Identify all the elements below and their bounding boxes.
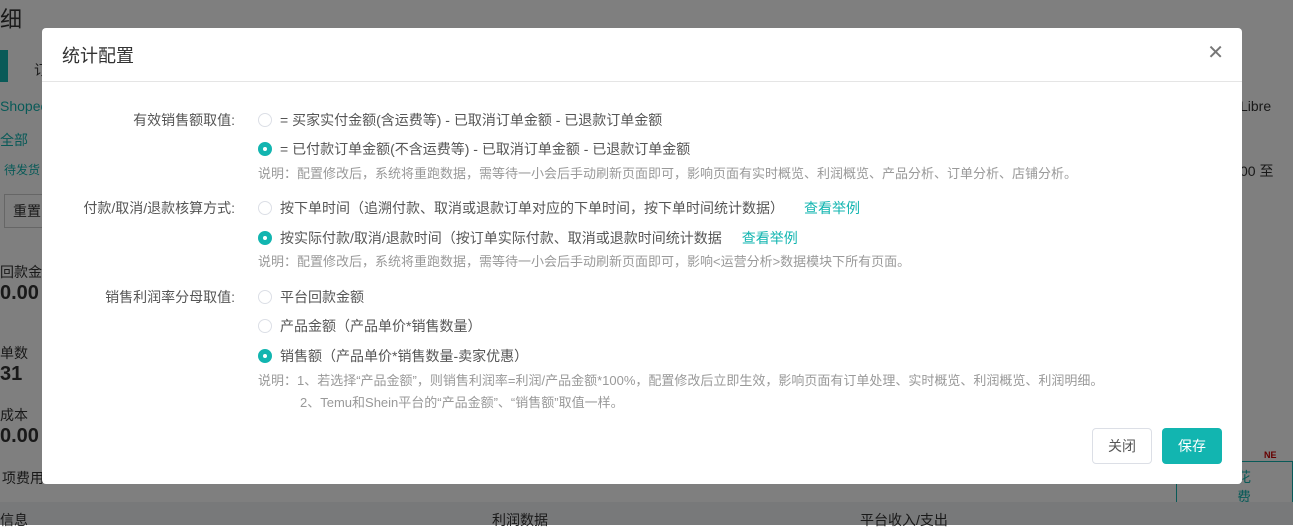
option-label: 平台回款金额	[280, 289, 364, 305]
dialog-title: 统计配置	[62, 45, 134, 66]
note: 说明：配置修改后，系统将重跑数据，需等待一小会后手动刷新页面即可，影响<运营分析…	[258, 254, 911, 269]
option-label: 按下单时间（追溯付款、取消或退款订单对应的下单时间，按下单时间统计数据）	[280, 200, 784, 216]
option-label: = 已付款订单金额(不含运费等) - 已取消订单金额 - 已退款订单金额	[280, 141, 691, 157]
radio-checked-icon[interactable]	[258, 349, 272, 363]
example-link[interactable]: 查看举例	[804, 198, 860, 218]
section-label: 有效销售额取值:	[133, 112, 235, 128]
radio-option[interactable]: = 买家实付金额(含运费等) - 已取消订单金额 - 已退款订单金额	[258, 110, 662, 130]
radio-option[interactable]: 产品金额（产品单价*销售数量）	[258, 316, 481, 336]
close-button[interactable]: 关闭	[1092, 428, 1152, 464]
example-link[interactable]: 查看举例	[742, 228, 798, 248]
radio-option[interactable]: 按实际付款/取消/退款时间（按订单实际付款、取消或退款时间统计数据 查看举例	[258, 228, 798, 248]
option-label: 按实际付款/取消/退款时间（按订单实际付款、取消或退款时间统计数据	[280, 230, 722, 246]
option-label: 销售额（产品单价*销售数量-卖家优惠）	[280, 348, 529, 364]
close-icon[interactable]: ✕	[1207, 40, 1224, 65]
section-label: 销售利润率分母取值:	[105, 289, 235, 305]
radio-icon[interactable]	[258, 290, 272, 304]
radio-icon[interactable]	[258, 201, 272, 215]
section-label: 付款/取消/退款核算方式:	[83, 200, 235, 216]
radio-icon[interactable]	[258, 113, 272, 127]
radio-option[interactable]: 平台回款金额	[258, 287, 364, 307]
stats-config-dialog: 统计配置 ✕ 有效销售额取值: = 买家实付金额(含运费等) - 已取消订单金额…	[42, 28, 1242, 484]
radio-option[interactable]: 销售额（产品单价*销售数量-卖家优惠）	[258, 346, 528, 366]
note: 说明：1、若选择“产品金额”，则销售利润率=利润/产品金额*100%，配置修改后…	[258, 373, 1104, 388]
radio-icon[interactable]	[258, 319, 272, 333]
note: 2、Temu和Shein平台的“产品金额”、“销售额”取值一样。	[300, 395, 624, 410]
option-label: = 买家实付金额(含运费等) - 已取消订单金额 - 已退款订单金额	[280, 112, 663, 128]
option-label: 产品金额（产品单价*销售数量）	[280, 318, 482, 334]
note: 说明：配置修改后，系统将重跑数据，需等待一小会后手动刷新页面即可，影响页面有实时…	[258, 166, 1078, 181]
save-button[interactable]: 保存	[1162, 428, 1222, 464]
radio-checked-icon[interactable]	[258, 142, 272, 156]
radio-option[interactable]: = 已付款订单金额(不含运费等) - 已取消订单金额 - 已退款订单金额	[258, 139, 690, 159]
radio-checked-icon[interactable]	[258, 231, 272, 245]
radio-option[interactable]: 按下单时间（追溯付款、取消或退款订单对应的下单时间，按下单时间统计数据） 查看举例	[258, 198, 860, 218]
